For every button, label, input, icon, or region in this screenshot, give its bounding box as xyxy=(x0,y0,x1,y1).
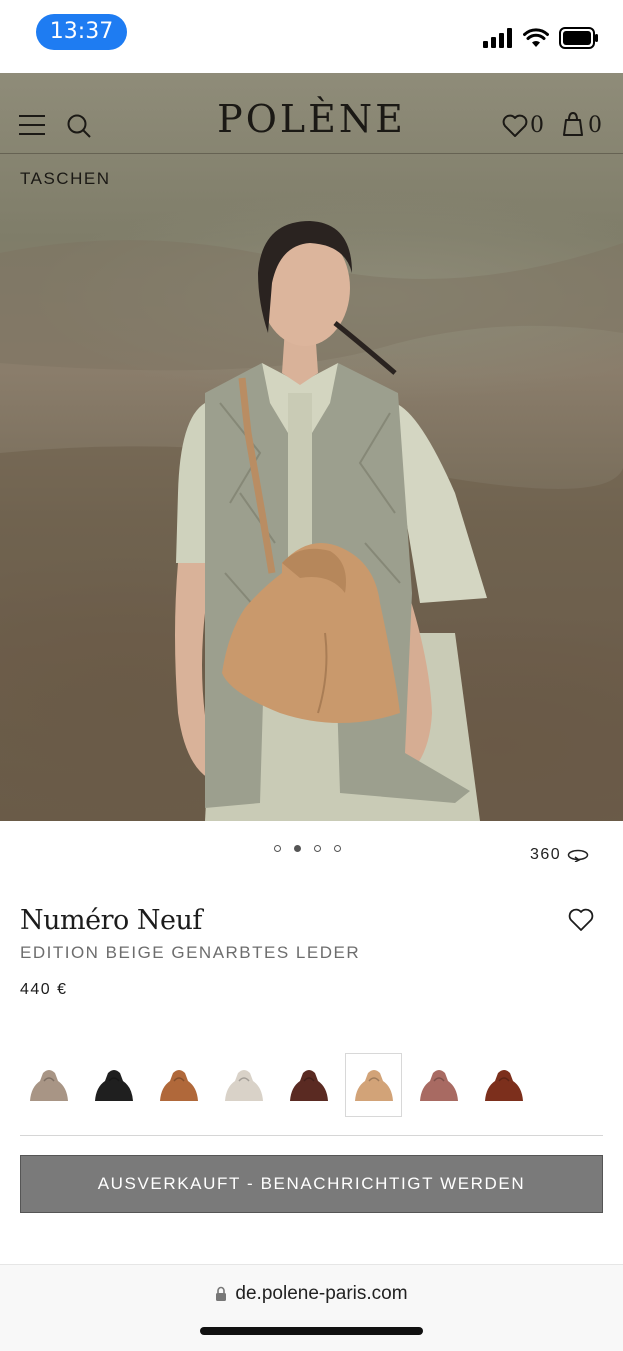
hero-image[interactable]: POLÈNE 0 0 TASCHEN xyxy=(0,73,623,821)
product-name: Numéro Neuf xyxy=(20,905,202,936)
bag-icon xyxy=(29,1070,68,1101)
color-swatch-camel[interactable] xyxy=(150,1053,207,1117)
bag-icon xyxy=(94,1070,133,1101)
color-swatch-taupe[interactable] xyxy=(20,1053,77,1117)
shopping-bag-icon[interactable] xyxy=(562,111,584,137)
carousel-dots[interactable] xyxy=(274,845,341,852)
view-360-label: 360 xyxy=(530,846,562,863)
battery-icon xyxy=(559,27,598,49)
carousel-dot-active[interactable] xyxy=(294,845,301,852)
color-swatch-chocolate[interactable] xyxy=(280,1053,337,1117)
color-swatch-black[interactable] xyxy=(85,1053,142,1117)
url-text[interactable]: de.polene-paris.com xyxy=(235,1283,407,1305)
product-edition: EDITION BEIGE GENARBTES LEDER xyxy=(20,943,361,962)
color-swatch-rosewood[interactable] xyxy=(410,1053,467,1117)
favorite-icon[interactable] xyxy=(568,908,594,932)
sold-out-notify-button[interactable]: AUSVERKAUFT - BENACHRICHTIGT WERDEN xyxy=(20,1155,603,1213)
color-swatch-chalk[interactable] xyxy=(215,1053,272,1117)
bag-icon xyxy=(354,1070,393,1101)
carousel-dot[interactable] xyxy=(274,845,281,852)
product-price: 440 € xyxy=(20,981,68,998)
bag-icon xyxy=(159,1070,198,1101)
color-swatch-cognac[interactable] xyxy=(475,1053,532,1117)
color-swatches xyxy=(20,1053,540,1117)
wifi-icon xyxy=(523,28,549,47)
nav-divider xyxy=(0,153,623,154)
status-time: 13:37 xyxy=(36,14,127,50)
color-swatch-beige[interactable] xyxy=(345,1053,402,1117)
cart-count: 0 xyxy=(588,113,602,138)
view-360-button[interactable]: 360 xyxy=(530,846,589,864)
status-icons xyxy=(483,26,599,50)
status-bar: 13:37 xyxy=(0,0,623,73)
bag-icon xyxy=(289,1070,328,1101)
lock-icon xyxy=(216,1286,227,1301)
wishlist-count: 0 xyxy=(530,113,544,138)
divider xyxy=(20,1135,603,1136)
browser-address-bar[interactable]: de.polene-paris.com xyxy=(0,1264,623,1351)
bag-icon xyxy=(224,1070,263,1101)
breadcrumb[interactable]: TASCHEN xyxy=(20,169,110,189)
home-indicator[interactable] xyxy=(200,1327,423,1335)
carousel-dot[interactable] xyxy=(334,845,341,852)
wishlist-icon[interactable] xyxy=(502,114,528,138)
carousel-dot[interactable] xyxy=(314,845,321,852)
rotate-icon xyxy=(567,849,589,862)
signal-icon xyxy=(483,28,512,48)
bag-icon xyxy=(484,1070,523,1101)
bag-icon xyxy=(419,1070,458,1101)
